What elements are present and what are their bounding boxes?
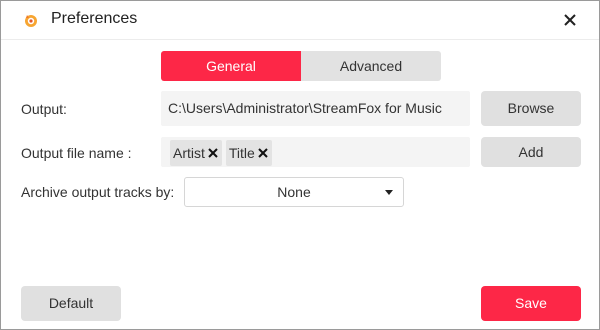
tag-label: Artist	[173, 145, 205, 161]
title-bar: Preferences	[1, 1, 599, 40]
window-title: Preferences	[51, 10, 138, 27]
output-path-field[interactable]: C:\Users\Administrator\StreamFox for Mus…	[161, 91, 470, 126]
tab-advanced[interactable]: Advanced	[301, 51, 441, 81]
tag-label: Title	[228, 145, 255, 161]
preferences-tabs: General Advanced	[161, 51, 441, 81]
tag-artist: Artist	[170, 140, 222, 166]
tag-title: Title	[225, 140, 272, 166]
caret-down-icon	[385, 190, 393, 195]
save-button[interactable]: Save	[481, 286, 581, 321]
browse-button[interactable]: Browse	[481, 91, 581, 126]
archive-select[interactable]: None	[184, 177, 404, 207]
tab-general[interactable]: General	[161, 51, 301, 81]
archive-select-value: None	[277, 184, 311, 200]
streamfox-logo-icon	[25, 15, 37, 27]
x-icon[interactable]	[207, 147, 219, 159]
default-button[interactable]: Default	[21, 286, 121, 321]
close-icon[interactable]	[559, 9, 581, 31]
output-file-name-field[interactable]: Artist Title	[161, 137, 470, 167]
add-button[interactable]: Add	[481, 137, 581, 167]
archive-label: Archive output tracks by:	[21, 184, 175, 200]
output-file-name-label: Output file name :	[21, 145, 132, 161]
output-label: Output:	[21, 101, 67, 117]
x-icon[interactable]	[257, 147, 269, 159]
preferences-dialog: Preferences General Advanced Output: C:\…	[0, 0, 600, 330]
